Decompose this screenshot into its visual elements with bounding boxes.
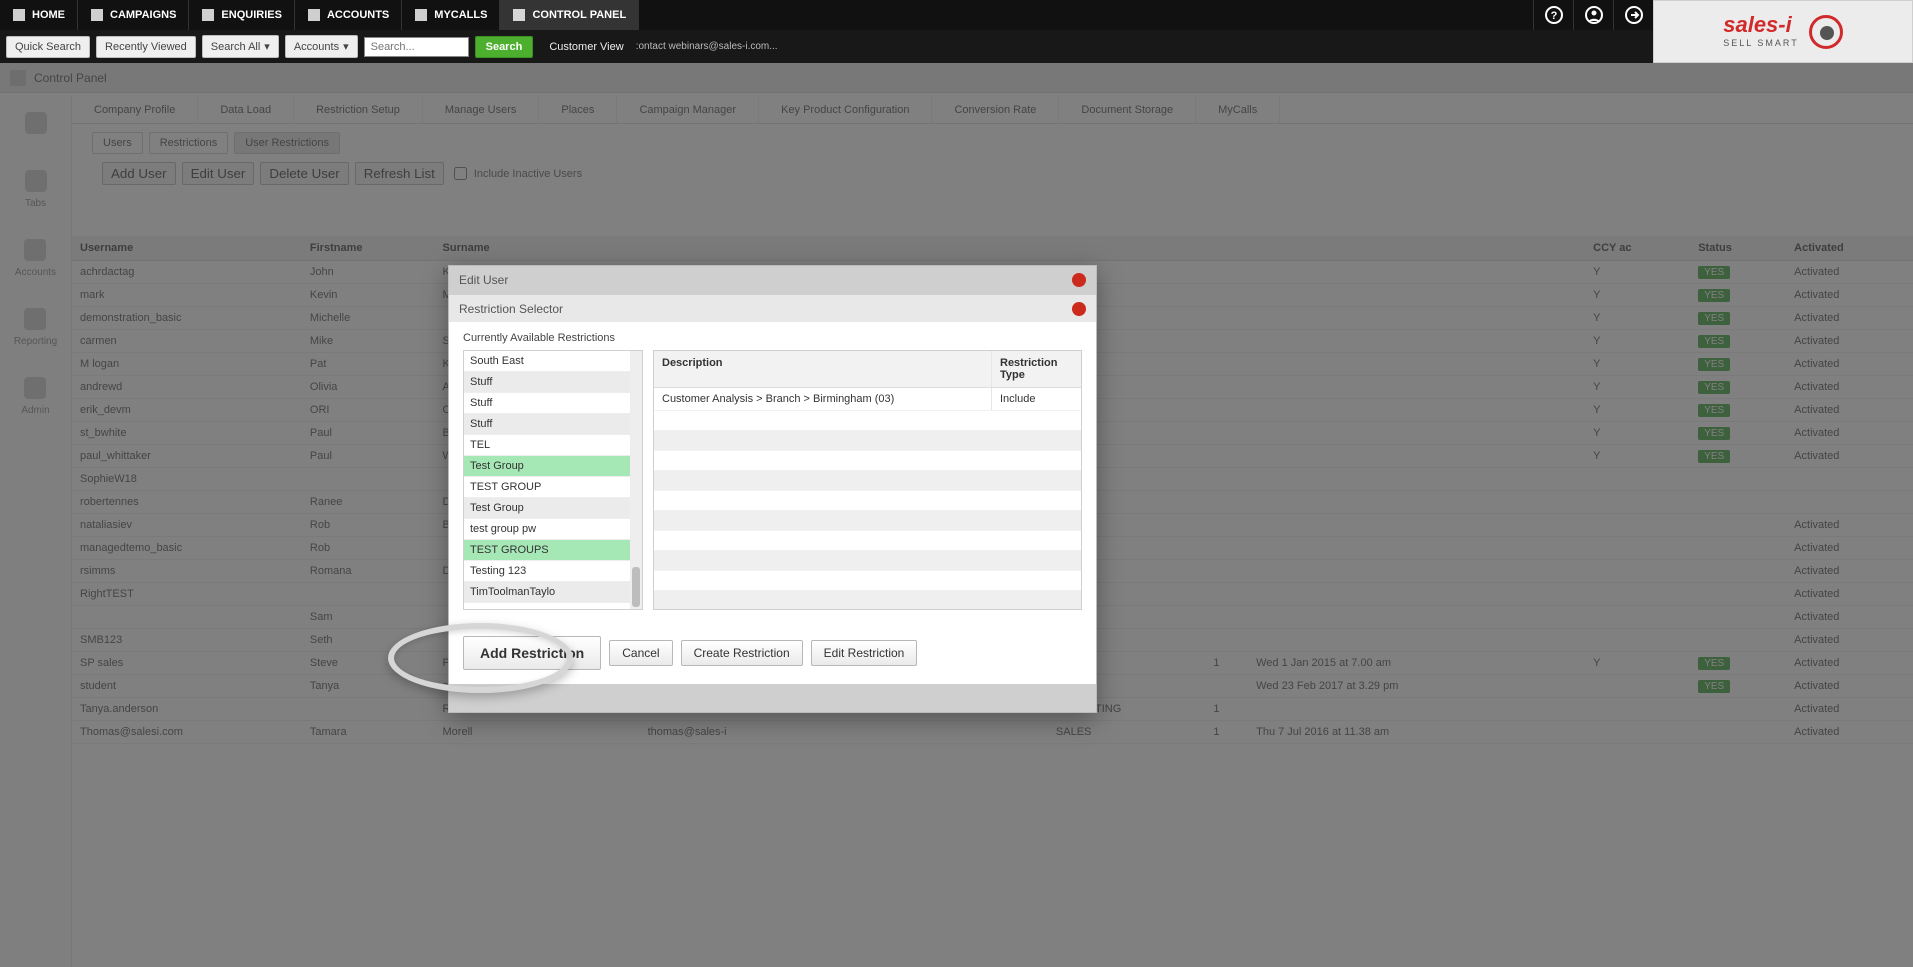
restriction-detail-grid: Description Restriction Type Customer An…	[653, 350, 1082, 610]
recently-viewed-button[interactable]: Recently Viewed	[96, 36, 196, 58]
list-item[interactable]: TEST GROUPS	[464, 540, 642, 561]
brand-tagline: SELL SMART	[1723, 38, 1799, 48]
list-item[interactable]: woz	[464, 603, 642, 610]
accounts-select[interactable]: Accounts ▾	[285, 35, 358, 58]
campaigns-icon	[90, 8, 104, 22]
nav-home[interactable]: HOME	[0, 0, 78, 30]
chevron-down-icon: ▾	[264, 40, 270, 53]
accounts-icon	[307, 8, 321, 22]
list-item[interactable]: South East	[464, 351, 642, 372]
home-icon	[12, 8, 26, 22]
quick-search-button[interactable]: Quick Search	[6, 36, 90, 58]
list-item[interactable]: Testing 123	[464, 561, 642, 582]
list-item[interactable]: Test Group	[464, 456, 642, 477]
list-item[interactable]: test group pw	[464, 519, 642, 540]
customer-view-label[interactable]: Customer View	[549, 41, 623, 53]
add-restriction-button[interactable]: Add Restriction	[463, 636, 601, 670]
brand-logo: sales-i SELL SMART	[1653, 0, 1913, 63]
search-button[interactable]: Search	[475, 36, 534, 58]
restrictions-listbox[interactable]: South EastStuffStuffStuffTELTest GroupTE…	[463, 350, 643, 610]
empty-row	[654, 530, 1081, 550]
close-icon[interactable]	[1072, 302, 1086, 316]
restriction-row[interactable]: Customer Analysis > Branch > Birmingham …	[654, 388, 1081, 410]
restriction-selector-titlebar: Restriction Selector	[449, 294, 1096, 322]
empty-row	[654, 550, 1081, 570]
enquiries-icon	[201, 8, 215, 22]
edit-user-titlebar: Edit User	[449, 266, 1096, 294]
brand-eye-icon	[1809, 15, 1843, 49]
empty-row	[654, 570, 1081, 590]
help-icon[interactable]: ?	[1533, 0, 1573, 30]
available-restrictions-label: Currently Available Restrictions	[463, 332, 1082, 344]
logout-icon[interactable]	[1613, 0, 1653, 30]
list-item[interactable]: TEL	[464, 435, 642, 456]
empty-row	[654, 510, 1081, 530]
empty-row	[654, 410, 1081, 430]
list-item[interactable]: Test Group	[464, 498, 642, 519]
col-description: Description	[654, 351, 991, 387]
edit-user-modal: Edit User Restriction Selector Currently…	[448, 265, 1097, 713]
chevron-down-icon: ▾	[343, 40, 349, 53]
brand-name: sales-i	[1723, 12, 1792, 37]
nav-mycalls[interactable]: MYCALLS	[402, 0, 500, 30]
restriction-selector-title: Restriction Selector	[459, 302, 563, 316]
list-item[interactable]: Stuff	[464, 372, 642, 393]
cancel-button[interactable]: Cancel	[609, 640, 672, 666]
search-scope-select[interactable]: Search All ▾	[202, 35, 279, 58]
search-input[interactable]	[364, 37, 469, 57]
create-restriction-button[interactable]: Create Restriction	[681, 640, 803, 666]
empty-row	[654, 470, 1081, 490]
control-panel-icon	[512, 8, 526, 22]
top-navbar: HOMECAMPAIGNSENQUIRIESACCOUNTSMYCALLSCON…	[0, 0, 1913, 30]
nav-accounts[interactable]: ACCOUNTS	[295, 0, 402, 30]
list-item[interactable]: Stuff	[464, 414, 642, 435]
mycalls-icon	[414, 8, 428, 22]
restriction-description: Customer Analysis > Branch > Birmingham …	[654, 388, 991, 410]
nav-enquiries[interactable]: ENQUIRIES	[189, 0, 295, 30]
nav-campaigns[interactable]: CAMPAIGNS	[78, 0, 189, 30]
list-item[interactable]: Stuff	[464, 393, 642, 414]
scrollbar-thumb[interactable]	[632, 567, 640, 607]
edit-user-title: Edit User	[459, 273, 508, 287]
col-restriction-type: Restriction Type	[991, 351, 1081, 387]
scrollbar[interactable]	[630, 351, 642, 609]
restriction-type: Include	[991, 388, 1081, 410]
nav-control-panel[interactable]: CONTROL PANEL	[500, 0, 639, 30]
list-item[interactable]: TEST GROUP	[464, 477, 642, 498]
svg-text:?: ?	[1550, 10, 1557, 22]
empty-row	[654, 490, 1081, 510]
empty-row	[654, 590, 1081, 610]
close-icon[interactable]	[1072, 273, 1086, 287]
modal-button-row: Add Restriction Cancel Create Restrictio…	[449, 624, 1096, 684]
empty-row	[654, 450, 1081, 470]
edit-user-footer	[449, 684, 1096, 712]
search-bar: Quick Search Recently Viewed Search All …	[0, 30, 1913, 63]
empty-row	[654, 430, 1081, 450]
edit-restriction-button[interactable]: Edit Restriction	[811, 640, 918, 666]
user-icon[interactable]	[1573, 0, 1613, 30]
list-item[interactable]: TimToolmanTaylo	[464, 582, 642, 603]
contact-info: :ontact webinars@sales-i.com...	[636, 41, 778, 52]
